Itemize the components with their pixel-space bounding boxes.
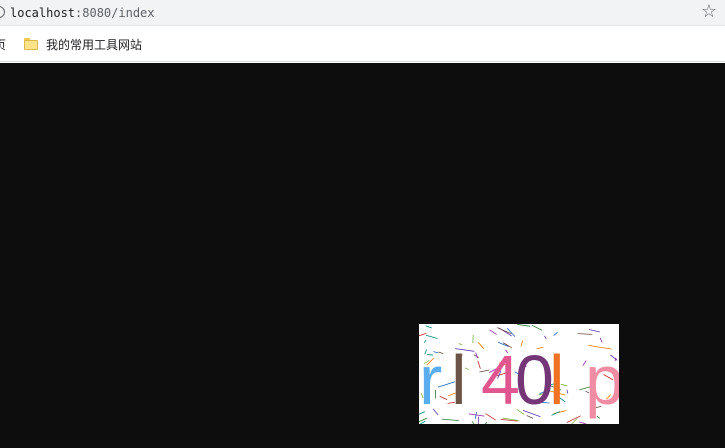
captcha-char: p [585, 341, 619, 419]
url-text[interactable]: localhost:8080/index [10, 5, 155, 21]
captcha-noise-line [579, 421, 588, 424]
url-host: localhost [10, 6, 76, 20]
captcha-noise-line [553, 331, 558, 336]
bookmark-item-cut-label[interactable]: 页 [0, 36, 6, 53]
captcha-noise-line [471, 420, 475, 424]
folder-icon [24, 38, 38, 50]
address-bar[interactable]: localhost:8080/index ☆ [0, 0, 725, 26]
captcha-noise-line [475, 352, 478, 359]
captcha-noise-line [588, 329, 600, 333]
browser-chrome: localhost:8080/index ☆ 页 我的常用工具网站 [0, 0, 725, 63]
captcha-noise-line [544, 335, 547, 340]
bookmark-star-icon[interactable]: ☆ [699, 2, 719, 22]
captcha-char: r [419, 341, 442, 419]
site-info-icon[interactable] [0, 6, 5, 18]
captcha-noise-line [441, 418, 459, 421]
bookmark-folder-tools[interactable]: 我的常用工具网站 [24, 34, 142, 54]
captcha-noise-line [477, 360, 481, 369]
bookmark-folder-label: 我的常用工具网站 [46, 37, 143, 52]
captcha-noise-line [425, 334, 438, 339]
captcha-image[interactable]: rl40lp [419, 324, 619, 424]
captcha-noise-line [531, 324, 543, 331]
captcha-noise-line [419, 332, 427, 337]
captcha-char: l [451, 341, 467, 419]
captcha-noise-line [517, 324, 531, 327]
captcha-noise-line [425, 325, 432, 329]
url-port-path: :8080/index [75, 6, 155, 20]
captcha-noise-line [474, 411, 477, 419]
captcha-noise-line [484, 421, 488, 424]
captcha-canvas: r l 40l p [419, 324, 619, 424]
captcha-noise-line [566, 389, 569, 394]
captcha-char: l [549, 341, 565, 419]
captcha-noise-line [489, 329, 497, 335]
captcha-noise-line [577, 333, 593, 335]
bookmarks-bar: 页 我的常用工具网站 [0, 26, 725, 62]
